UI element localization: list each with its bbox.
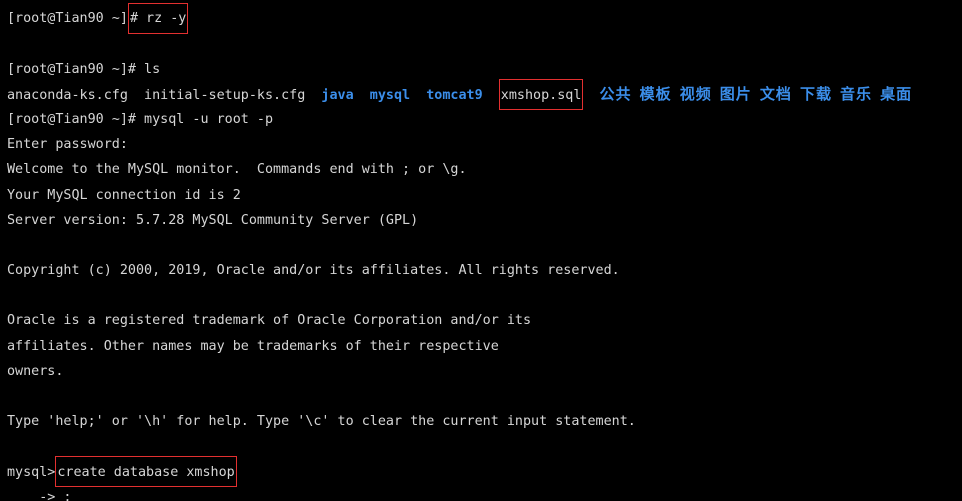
directory-entry-cjk: 下载 [799,84,832,103]
terminal-text: anaconda-ks.cfg initial-setup-ks.cfg [7,87,322,103]
terminal-text: [root@Tian90 ~] [7,11,128,27]
terminal-text: affiliates. Other names may be trademark… [7,338,499,354]
terminal-line-output: Oracle is a registered trademark of Orac… [0,308,962,333]
highlight-box: # rz -y [127,2,189,35]
terminal-line-command: [root@Tian90 ~]# ls [0,57,962,82]
terminal-text: Copyright (c) 2000, 2019, Oracle and/or … [7,263,620,279]
directory-entry-cjk: 音乐 [840,84,873,103]
terminal-screen-buffer: [root@Tian90 ~]# [root@Tian90 ~]# rz -y … [0,0,962,501]
terminal-text: [root@Tian90 ~]# [7,0,144,1]
terminal-text: Oracle is a registered trademark of Orac… [7,313,532,329]
directory-entry: mysql [369,87,411,103]
terminal-text: Your MySQL connection id is 2 [7,187,241,203]
directory-entry: tomcat9 [426,87,483,103]
terminal-text: -> ; [7,489,72,501]
terminal-line-output: Welcome to the MySQL monitor. Commands e… [0,157,962,182]
terminal-window[interactable]: [root@Tian90 ~]# [root@Tian90 ~]# rz -y … [0,0,962,501]
terminal-line-output: Your MySQL connection id is 2 [0,183,962,208]
directory-entry-cjk: 文档 [759,84,792,103]
terminal-text: Welcome to the MySQL monitor. Commands e… [7,162,467,178]
terminal-text: Enter password: [7,137,128,153]
terminal-line-command: [root@Tian90 ~]# mysql -u root -p [0,107,962,132]
directory-entry-cjk: 视频 [679,84,712,103]
directory-entry-cjk: 公共 [599,84,632,103]
highlight-box: create database xmshop [55,456,238,488]
terminal-line-output: Type 'help;' or '\h' for help. Type '\c'… [0,409,962,434]
directory-entry: java [321,87,354,103]
terminal-line-output: owners. [0,359,962,384]
terminal-line-output: Enter password: [0,132,962,157]
terminal-line-output: Copyright (c) 2000, 2019, Oracle and/or … [0,258,962,283]
terminal-text: owners. [7,363,64,379]
terminal-line-output: Server version: 5.7.28 MySQL Community S… [0,208,962,233]
directory-entry-cjk: 模板 [639,84,672,103]
terminal-line-command: -> ; [0,485,962,501]
terminal-line-listing: anaconda-ks.cfg initial-setup-ks.cfg jav… [0,79,962,111]
terminal-text: [root@Tian90 ~]# mysql -u root -p [7,111,274,127]
terminal-line-output: affiliates. Other names may be trademark… [0,334,962,359]
directory-entry-cjk: 桌面 [880,84,913,103]
terminal-text: [root@Tian90 ~]# ls [7,61,161,77]
terminal-text: Type 'help;' or '\h' for help. Type '\c'… [7,414,636,430]
directory-entry-cjk: 图片 [719,84,752,103]
terminal-line-command: mysql> create database xmshop [0,456,962,488]
highlight-box: xmshop.sql [498,79,584,111]
terminal-line-command: [root@Tian90 ~] # rz -y [0,2,962,35]
terminal-text: mysql> [7,464,56,480]
terminal-text: Server version: 5.7.28 MySQL Community S… [7,212,419,228]
